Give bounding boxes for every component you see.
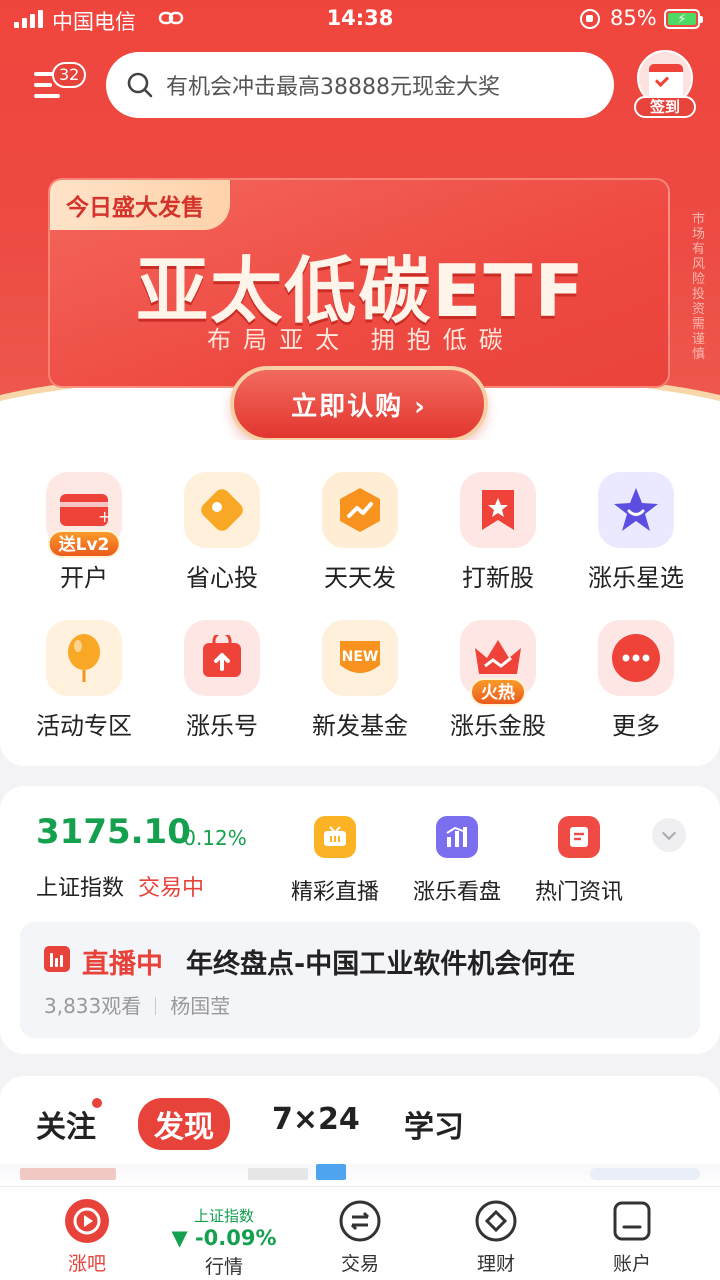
live-views: 3,833观看 [44, 994, 142, 1018]
checkin-button[interactable]: 签到 [634, 50, 696, 118]
grid-label: 涨乐金股 [450, 712, 546, 740]
shortcut-label: 精彩直播 [290, 880, 379, 905]
nav-index-name: 上证指数 [193, 1207, 254, 1225]
card-add-icon: + 送Lv2 [46, 472, 122, 558]
nav-wealth[interactable]: 理财 [436, 1199, 556, 1276]
search-input[interactable]: 有机会冲击最高38888元现金大奖 [106, 52, 614, 118]
grid-label: 活动专区 [36, 712, 132, 740]
diamond-icon [474, 1199, 518, 1243]
banner-subtitle: 布局亚太 拥抱低碳 [207, 326, 515, 354]
grid-item-ipo[interactable]: 打新股 [428, 472, 568, 593]
grid-item-more[interactable]: 更多 [566, 620, 706, 741]
grid-label: 天天发 [324, 564, 396, 592]
tab-7x24[interactable]: 7×24 [272, 1102, 360, 1137]
unread-dot [92, 1098, 102, 1108]
bottom-navigation: 涨吧 上证指数 ▼ -0.09% 行情 交易 理财 账户 [0, 1186, 720, 1280]
tab-follow[interactable]: 关注 [36, 1102, 96, 1146]
risk-disclaimer: 市场有风险 投资需谨慎 [692, 212, 706, 362]
status-bar: 中国电信 14:38 85% ⚡ [0, 0, 720, 40]
nav-label: 交易 [340, 1253, 379, 1275]
shortcut-watch[interactable]: 涨乐看盘 [392, 816, 522, 906]
search-icon [127, 72, 153, 98]
search-placeholder: 有机会冲击最高38888元现金大奖 [166, 75, 500, 100]
promo-banner[interactable]: 今日盛大发售 亚太低碳ETF 布局亚太 拥抱低碳 [48, 178, 670, 388]
battery-icon: ⚡ [664, 9, 703, 29]
live-bars-icon [44, 946, 70, 972]
bookmark-star-icon [460, 472, 536, 548]
shortcut-label: 涨乐看盘 [412, 880, 501, 905]
grid-label: 涨乐星选 [588, 564, 684, 592]
nav-label: 行情 [204, 1256, 243, 1278]
grid-label: 打新股 [462, 564, 534, 592]
market-card: 3175.10 -0.12% 上证指数 交易中 精彩直播 涨乐看盘 热门资讯 直… [0, 786, 720, 1054]
grid-item-activity[interactable]: 活动专区 [14, 620, 154, 741]
trading-status: 交易中 [138, 876, 205, 901]
shortcut-label: 热门资讯 [534, 880, 623, 905]
star-icon [598, 472, 674, 548]
grid-item-new-fund[interactable]: NEW 新发基金 [290, 620, 430, 741]
live-title: 年终盘点-中国工业软件机会何在 [186, 949, 576, 980]
grid-badge: 送Lv2 [47, 530, 121, 558]
live-broadcast-card[interactable]: 直播中 年终盘点-中国工业软件机会何在 3,833观看 杨国莹 [20, 922, 700, 1038]
chart-bars-icon [436, 816, 478, 858]
tab-learn[interactable]: 学习 [404, 1102, 464, 1146]
more-dots-icon [598, 620, 674, 696]
grid-label: 新发基金 [312, 712, 408, 740]
news-icon [558, 816, 600, 858]
grid-label: 更多 [612, 712, 660, 740]
grid-label: 省心投 [186, 564, 258, 592]
play-circle-icon [65, 1199, 109, 1243]
menu-button[interactable]: 32 [30, 62, 90, 108]
index-change: -0.12% [176, 826, 247, 850]
checkin-label: 签到 [634, 96, 696, 118]
balloon-icon [46, 620, 122, 696]
nav-label: 涨吧 [67, 1253, 106, 1275]
battery-percent: 85% [610, 6, 657, 30]
live-tag: 直播中 [82, 949, 163, 980]
coin-tag-icon [184, 472, 260, 548]
nav-account[interactable]: 账户 [572, 1199, 692, 1276]
subscribe-button[interactable]: 立即认购 › [230, 366, 488, 442]
account-icon [610, 1199, 654, 1243]
grid-badge: 火热 [470, 678, 526, 706]
index-value[interactable]: 3175.10 [36, 812, 191, 852]
nav-trade[interactable]: 交易 [300, 1199, 420, 1276]
grid-item-star-select[interactable]: 涨乐星选 [566, 472, 706, 593]
tab-discover[interactable]: 发现 [138, 1098, 230, 1150]
grid-item-zhanglehao[interactable]: 涨乐号 [152, 620, 292, 741]
shortcut-news[interactable]: 热门资讯 [514, 816, 644, 906]
grid-item-shengxintou[interactable]: 省心投 [152, 472, 292, 593]
exchange-icon [338, 1199, 382, 1243]
tv-icon [314, 816, 356, 858]
live-host: 杨国莹 [170, 994, 231, 1018]
feed-content-peek [0, 1164, 720, 1188]
svg-text:NEW: NEW [342, 649, 379, 665]
nav-index-change: ▼ -0.09% [171, 1226, 277, 1250]
grid-label: 开户 [60, 564, 108, 592]
upload-bag-icon [184, 620, 260, 696]
nav-market[interactable]: 上证指数 ▼ -0.09% 行情 [164, 1201, 284, 1279]
message-count-badge: 32 [52, 62, 87, 88]
expand-chevron-icon[interactable] [652, 818, 686, 852]
grid-item-tiantianfa[interactable]: 天天发 [290, 472, 430, 593]
nav-label: 账户 [612, 1253, 651, 1275]
banner-tag: 今日盛大发售 [50, 180, 230, 230]
live-meta: 3,833观看 杨国莹 [44, 990, 230, 1019]
shortcut-live[interactable]: 精彩直播 [270, 816, 400, 906]
grid-item-golden-stock[interactable]: 火热 涨乐金股 [428, 620, 568, 741]
svg-text:+: + [98, 507, 110, 526]
crown-icon: 火热 [460, 620, 536, 706]
rotation-lock-icon [580, 9, 600, 29]
trend-up-icon [322, 472, 398, 548]
index-name: 上证指数 [36, 876, 125, 901]
new-icon: NEW [322, 620, 398, 696]
nav-zhangba[interactable]: 涨吧 [27, 1199, 147, 1276]
grid-item-open-account[interactable]: + 送Lv2 开户 [14, 472, 154, 593]
grid-label: 涨乐号 [186, 712, 258, 740]
nav-label: 理财 [476, 1253, 515, 1275]
